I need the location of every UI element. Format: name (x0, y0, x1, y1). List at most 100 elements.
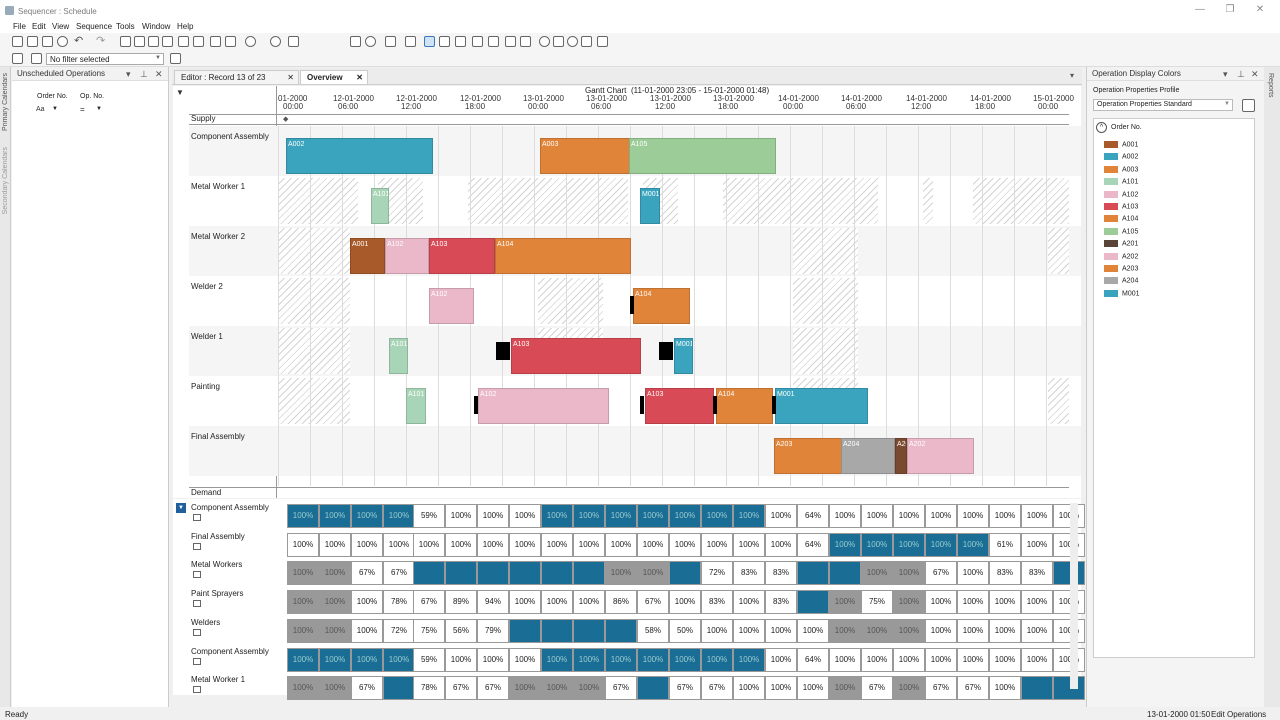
load-cell[interactable]: 100% (541, 590, 573, 615)
load-cell[interactable]: 100% (541, 532, 573, 557)
load-cell[interactable]: 100% (861, 647, 893, 672)
chain-icon[interactable] (520, 36, 531, 47)
calendar-icon[interactable] (210, 36, 221, 47)
dropdown-icon[interactable]: ▾ (126, 69, 131, 80)
table-view-icon[interactable] (134, 36, 145, 47)
target-icon[interactable] (365, 36, 376, 47)
close-icon[interactable]: ✕ (356, 73, 363, 82)
load-cell[interactable]: 67% (351, 676, 383, 701)
menu-edit[interactable]: Edit (32, 22, 46, 31)
load-cell[interactable]: 100% (765, 676, 797, 701)
operation-bar[interactable]: A101 (389, 338, 408, 374)
load-cell[interactable] (509, 618, 541, 643)
load-cell[interactable]: 100% (701, 504, 733, 528)
load-cell[interactable]: 100% (477, 504, 509, 528)
load-cell[interactable]: 100% (861, 561, 893, 586)
load-cell[interactable]: 100% (287, 532, 319, 557)
operation-bar[interactable]: A002 (286, 138, 433, 174)
load-cell[interactable]: 100% (319, 532, 351, 557)
operation-bar[interactable]: A202 (907, 438, 974, 474)
gantt-chart[interactable]: ▼ Gantt Chart (11-01-2000 23:05 - 15-01-… (173, 86, 1081, 498)
load-cell[interactable]: 83% (765, 561, 797, 586)
load-cell[interactable]: 64% (797, 504, 829, 528)
col-order-no[interactable]: Order No. (37, 93, 68, 100)
load-cell[interactable]: 67% (383, 561, 415, 586)
move-icon[interactable] (405, 36, 416, 47)
grid-view-icon[interactable] (120, 36, 131, 47)
load-cell[interactable] (413, 561, 445, 586)
operation-bar[interactable]: A103 (511, 338, 641, 374)
load-cell[interactable]: 100% (637, 561, 669, 586)
tab-editor[interactable]: Editor : Record 13 of 23 ✕ (174, 70, 299, 84)
operation-bar[interactable]: A102 (478, 388, 609, 424)
load-cell[interactable]: 100% (701, 532, 733, 557)
load-cell[interactable] (573, 618, 605, 643)
operation-bar[interactable]: M001 (640, 188, 660, 224)
load-cell[interactable]: 100% (509, 504, 541, 528)
load-cell[interactable]: 100% (287, 647, 319, 672)
load-cell[interactable]: 100% (383, 504, 415, 528)
load-cell[interactable]: 100% (765, 532, 797, 557)
load-cell[interactable]: 100% (605, 532, 637, 557)
load-cell[interactable]: 100% (765, 647, 797, 672)
load-cell[interactable]: 100% (573, 647, 605, 672)
sort-icon[interactable] (385, 36, 396, 47)
dropdown-icon[interactable]: ▾ (1223, 69, 1228, 80)
tools-icon[interactable] (581, 36, 592, 47)
load-cell[interactable] (541, 561, 573, 586)
tabs-dropdown-icon[interactable]: ▾ (1070, 71, 1074, 80)
load-cell[interactable]: 100% (701, 618, 733, 643)
load-cell[interactable]: 67% (925, 676, 957, 701)
load-cell[interactable]: 100% (1021, 618, 1053, 643)
load-cell[interactable]: 100% (861, 504, 893, 528)
load-cell[interactable]: 50% (669, 618, 701, 643)
link-icon[interactable] (455, 36, 466, 47)
group-icon[interactable] (439, 36, 450, 47)
load-cell[interactable]: 100% (509, 676, 541, 701)
load-cell[interactable]: 100% (541, 647, 573, 672)
legend-item[interactable]: A003 (1104, 165, 1138, 176)
load-cell[interactable]: 100% (733, 676, 765, 701)
copy-icon[interactable] (505, 36, 516, 47)
load-cell[interactable] (669, 561, 701, 586)
load-cell[interactable]: 86% (605, 590, 637, 615)
load-cell[interactable]: 67% (861, 676, 893, 701)
load-cell[interactable]: 78% (413, 676, 445, 701)
help-icon[interactable] (270, 36, 281, 47)
load-cell[interactable]: 100% (477, 647, 509, 672)
load-cell[interactable] (509, 561, 541, 586)
load-cell[interactable] (1053, 676, 1085, 701)
block-icon[interactable] (539, 36, 550, 47)
load-cell[interactable]: 100% (989, 618, 1021, 643)
load-cell[interactable]: 58% (637, 618, 669, 643)
filter-edit-icon[interactable] (170, 53, 181, 64)
load-cell[interactable]: 100% (351, 590, 383, 615)
load-cell[interactable] (829, 561, 861, 586)
load-cell[interactable]: 100% (1021, 590, 1053, 615)
load-cell[interactable]: 100% (287, 618, 319, 643)
load-cell[interactable]: 100% (573, 676, 605, 701)
load-cell[interactable]: 100% (733, 504, 765, 528)
load-cell[interactable]: 100% (351, 647, 383, 672)
load-cell[interactable]: 100% (287, 676, 319, 701)
refresh-icon[interactable] (57, 36, 68, 47)
secondary-calendars-tab[interactable]: Secondary Calendars (2, 147, 9, 214)
legend-item[interactable]: A204 (1104, 277, 1138, 287)
zoom-fit-icon[interactable] (350, 36, 361, 47)
load-cell[interactable]: 100% (1053, 647, 1085, 672)
load-cell[interactable]: 100% (957, 590, 989, 615)
load-cell[interactable]: 100% (351, 504, 383, 528)
save-icon[interactable] (42, 36, 53, 47)
load-cell[interactable]: 56% (445, 618, 477, 643)
load-cell[interactable]: 100% (637, 647, 669, 672)
load-cell[interactable]: 100% (957, 561, 989, 586)
load-cell[interactable]: 100% (1053, 618, 1085, 643)
load-cell[interactable]: 94% (477, 590, 509, 615)
layout-icon[interactable] (288, 36, 299, 47)
new-icon[interactable] (27, 36, 38, 47)
load-cell[interactable] (1021, 676, 1053, 701)
load-cell[interactable]: 100% (351, 532, 383, 557)
load-cell[interactable]: 100% (1053, 590, 1085, 615)
load-cell[interactable]: 100% (957, 647, 989, 672)
schedule-icon[interactable] (424, 36, 435, 47)
